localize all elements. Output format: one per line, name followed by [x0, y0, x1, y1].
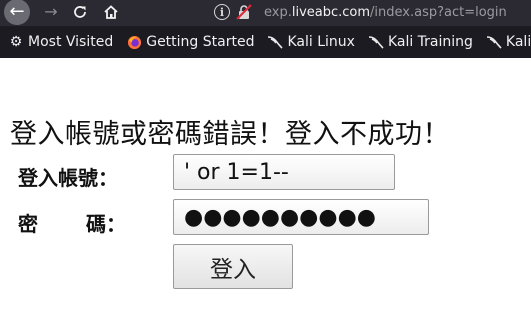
bookmark-kali-training[interactable]: Kali Training — [368, 34, 473, 50]
url-path: /index.asp?act=login — [370, 4, 507, 20]
password-label-end: 碼： — [86, 212, 126, 236]
bookmark-kali-linux[interactable]: Kali Linux — [267, 34, 355, 50]
account-label: 登入帳號： — [18, 166, 118, 190]
bookmark-label: Most Visited — [28, 34, 114, 50]
login-error-message: 登入帳號或密碼錯誤！登入不成功！ — [10, 119, 450, 150]
kali-dragon-icon — [486, 34, 502, 50]
account-input[interactable]: ' or 1=1-- — [173, 154, 395, 190]
forward-button[interactable]: → — [37, 0, 65, 24]
password-label: 密 碼： — [18, 208, 126, 237]
page-content: 登入帳號或密碼錯誤！登入不成功！ 登入帳號： ' or 1=1-- 密 碼： ●●… — [0, 58, 531, 324]
password-label-start: 密 — [18, 212, 38, 236]
forward-arrow-icon: → — [44, 2, 58, 21]
info-icon[interactable]: i — [214, 4, 230, 20]
url-text[interactable]: exp.liveabc.com/index.asp?act=login — [264, 5, 507, 20]
bookmark-label: Getting Started — [146, 34, 255, 50]
bookmark-label: Kali Training — [387, 34, 473, 50]
back-arrow-icon: ← — [9, 1, 25, 22]
login-button[interactable]: 登入 — [173, 244, 293, 289]
bookmark-most-visited[interactable]: ⚙ Most Visited — [8, 34, 114, 50]
kali-dragon-icon — [267, 34, 284, 50]
browser-toolbar: ← → i exp.liveabc.com/index.asp?act=logi… — [0, 0, 531, 26]
address-bar[interactable]: i exp.liveabc.com/index.asp?act=login — [206, 0, 531, 24]
url-prefix: exp. — [264, 4, 292, 20]
kali-dragon-icon — [368, 34, 384, 50]
insecure-lock-icon[interactable] — [236, 4, 252, 20]
bookmark-getting-started[interactable]: Getting Started — [126, 34, 254, 50]
reload-button[interactable] — [66, 0, 94, 24]
back-button[interactable]: ← — [4, 0, 30, 25]
url-domain: liveabc.com — [291, 4, 371, 20]
home-button[interactable] — [97, 0, 125, 24]
gear-icon: ⚙ — [9, 34, 23, 50]
bookmarks-toolbar: ⚙ Most Visited Getting Started Kali Linu… — [0, 26, 531, 58]
bookmark-label: Kali Linux — [287, 34, 355, 50]
reload-icon — [74, 6, 86, 18]
home-icon — [104, 5, 118, 19]
password-input[interactable]: ●●●●●●●●●● — [173, 199, 429, 235]
bookmark-label: Kali Too — [505, 34, 531, 50]
firefox-icon — [126, 34, 142, 50]
bookmark-kali-tools[interactable]: Kali Too — [486, 34, 531, 50]
